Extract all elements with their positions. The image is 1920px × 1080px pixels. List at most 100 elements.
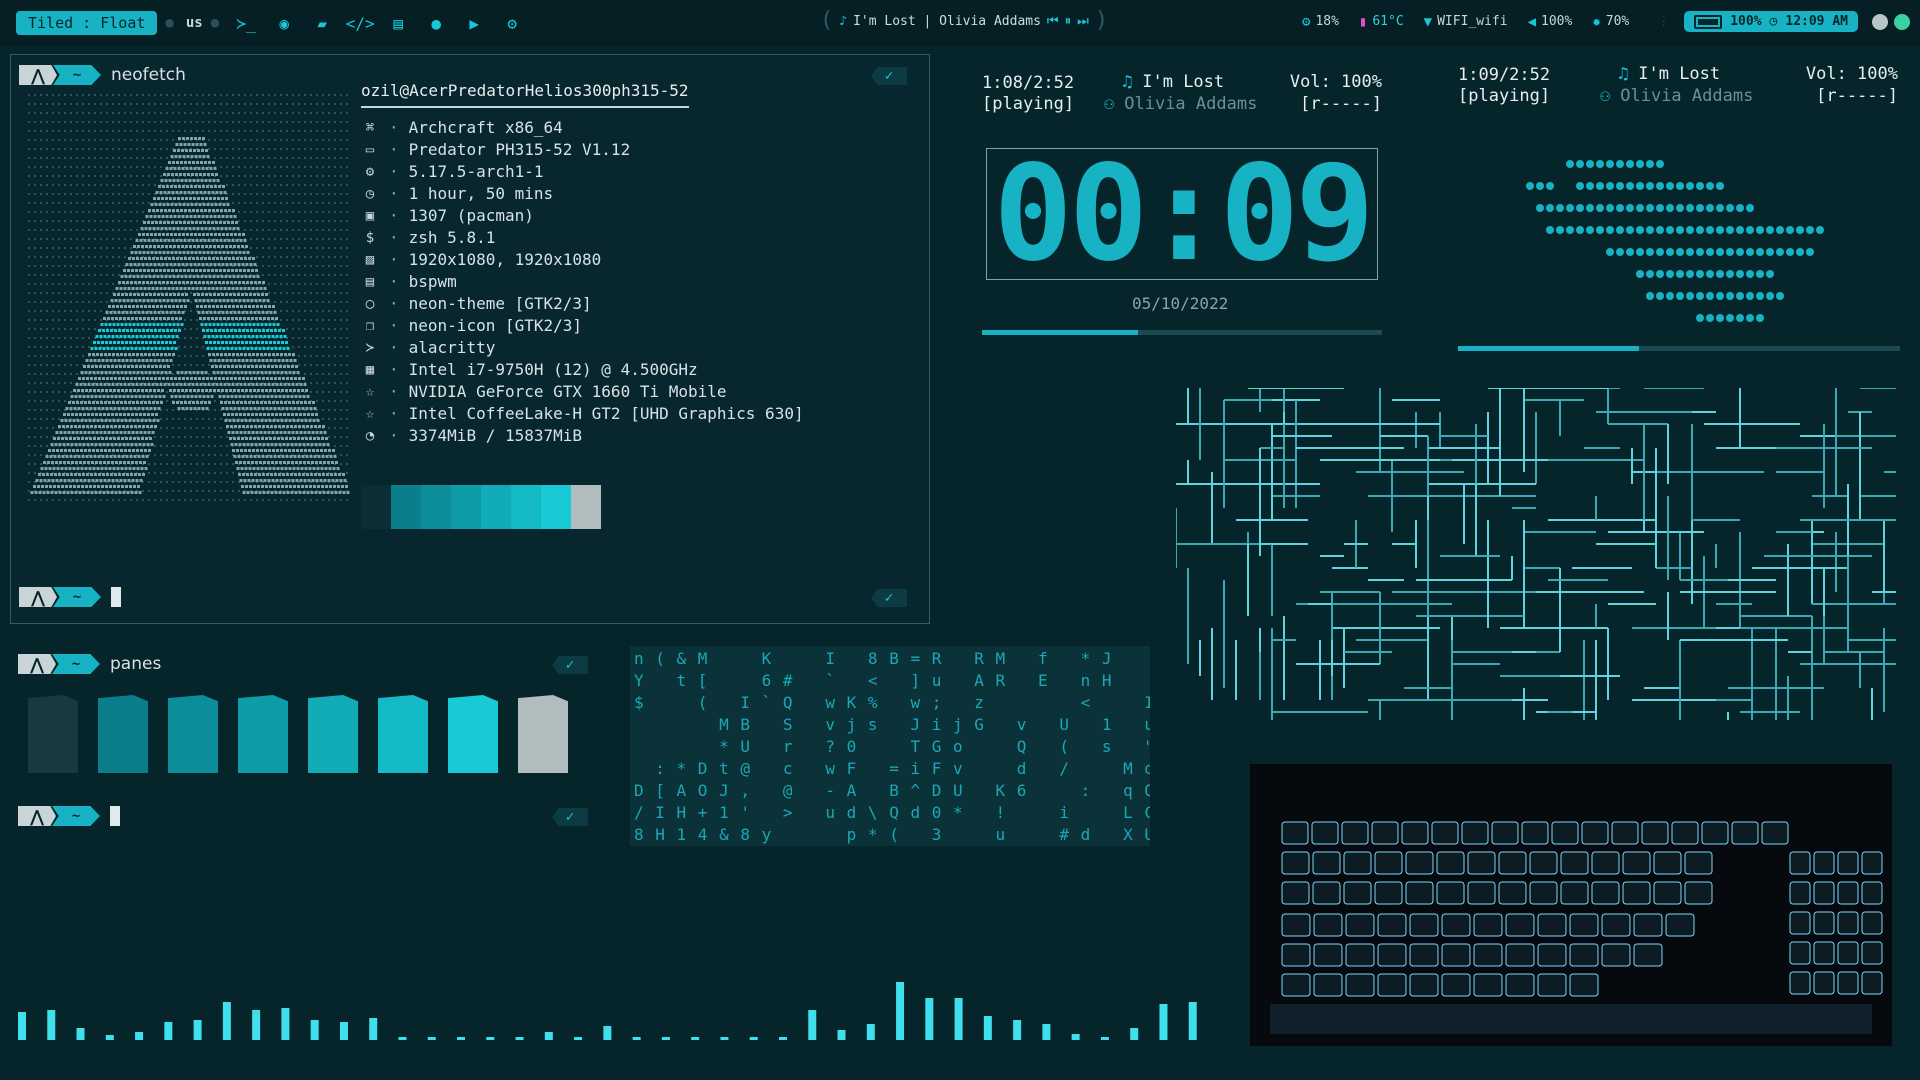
pane-swatch xyxy=(98,695,148,773)
cpu-value: 18% xyxy=(1315,14,1339,29)
visualizer-bar xyxy=(193,1020,202,1040)
visualizer-bar xyxy=(1013,1020,1022,1040)
user-icon[interactable] xyxy=(1872,13,1888,30)
visualizer-bar xyxy=(398,1037,407,1040)
visualizer-bar xyxy=(925,998,934,1040)
pipes-maze-terminal[interactable] xyxy=(1176,388,1900,724)
speaker-icon: ◀ xyxy=(1527,13,1536,30)
user-host: ozil@AcerPredatorHelios300ph315-52 xyxy=(361,81,689,108)
system-info-line: ▦ · Intel i7-9750H (12) @ 4.500GHz xyxy=(361,359,804,381)
prompt: ⋀ ~ panes xyxy=(18,654,161,674)
prompt: ⋀ ~ neofetch xyxy=(19,65,186,85)
system-info-line: ▭ · Predator PH315-52 V1.12 xyxy=(361,139,804,161)
person-icon: ⚇ xyxy=(1600,86,1611,106)
visualizer-bar xyxy=(427,1037,436,1040)
settings-icon[interactable]: ⚙ xyxy=(501,12,523,34)
volume-bar[interactable]: [r-----] xyxy=(1300,94,1382,114)
song-title: ♫ I'm Lost xyxy=(1618,64,1721,84)
pause-icon[interactable]: ⏸ xyxy=(1065,14,1072,29)
person-icon: ⚇ xyxy=(1104,94,1115,114)
folder-icon[interactable]: ▰ xyxy=(311,12,333,34)
clock-icon: ◷ xyxy=(1769,14,1778,29)
visualizer-bar xyxy=(632,1037,641,1040)
star-icon: ☆ xyxy=(365,384,375,400)
drop-icon: ◯ xyxy=(365,296,375,312)
system-info-line: ☆ · NVIDIA GeForce GTX 1660 Ti Mobile xyxy=(361,381,804,403)
layout-mode-pill[interactable]: Tiled : Float xyxy=(16,11,158,35)
keyboard-layout[interactable]: us xyxy=(186,15,203,31)
matrix-line: * U r ? 0 T G o Q ( s " x xyxy=(634,737,1150,756)
wifi-name: WIFI_wifi xyxy=(1437,14,1508,29)
arch-icon: ⋀ xyxy=(19,65,57,85)
matrix-line: $ ( I ` Q w K % w ; z < I xyxy=(634,693,1150,712)
dollar-icon: $ xyxy=(365,230,375,246)
prompt-home: ~ xyxy=(52,654,100,674)
visualizer-bar xyxy=(954,998,963,1040)
check-icon: ✓ xyxy=(871,67,907,85)
pane-swatch xyxy=(448,695,498,773)
matrix-line: n ( & M K I 8 B = R R M f * J ] xyxy=(634,649,1150,668)
wifi-stat[interactable]: ▼ WIFI_wifi xyxy=(1424,14,1508,30)
volume-value: 100% xyxy=(1541,14,1573,29)
play-status[interactable]: [playing] xyxy=(982,94,1074,114)
system-info-line: ❐ · neon-icon [GTK2/3] xyxy=(361,315,804,337)
visualizer-bar xyxy=(486,1037,495,1040)
brightness-stat[interactable]: ✹ 70% xyxy=(1592,14,1629,30)
matrix-rain-terminal[interactable]: n ( & M K I 8 B = R R M f * J ] Y t [ 6 #… xyxy=(630,646,1150,846)
music-status: ( ♪ I'm Lost | Olivia Addams ⏮ ⏸ ⏭ ) xyxy=(820,8,1109,33)
track-progress-right[interactable] xyxy=(1458,346,1900,351)
matrix-line: / I H + 1 ' > u d \ Q d 0 * ! i L C xyxy=(634,803,1150,822)
browser-icon[interactable]: ◉ xyxy=(273,12,295,34)
next-track-icon[interactable]: ⏭ xyxy=(1077,14,1089,29)
play-status[interactable]: [playing] xyxy=(1458,86,1550,106)
palette-swatch xyxy=(511,485,541,529)
palette-swatch xyxy=(451,485,481,529)
text-cursor xyxy=(111,587,121,607)
matrix-line: 8 H 1 4 & 8 y p * ( 3 u # d X U xyxy=(634,825,1150,844)
volume-stat[interactable]: ◀ 100% xyxy=(1528,14,1573,30)
chat-icon[interactable]: ● xyxy=(425,12,447,34)
terminal-icon: ≻ xyxy=(365,340,375,356)
check-icon: ✓ xyxy=(552,808,588,826)
visualizer-bar xyxy=(866,1024,875,1040)
power-icon[interactable] xyxy=(1894,13,1910,30)
matrix-line: D [ A O J , @ - A B ^ D U K 6 : q Q j xyxy=(634,781,1150,800)
keyboard-photo xyxy=(1250,764,1892,1046)
song-artist: ⚇ Olivia Addams xyxy=(1600,86,1754,106)
visualizer-bar xyxy=(749,1037,758,1040)
window-icon: ▤ xyxy=(365,274,375,290)
visualizer-bar xyxy=(837,1030,846,1040)
track-time: 1:09/2:52 xyxy=(1458,65,1551,85)
brightness-icon: ✹ xyxy=(1592,13,1601,30)
visualizer-bar xyxy=(1188,1002,1197,1040)
book-icon[interactable]: ▤ xyxy=(387,12,409,34)
visualizer-bar xyxy=(339,1022,348,1040)
code-icon[interactable]: </> xyxy=(346,12,375,34)
arch-icon: ⋀ xyxy=(18,654,56,674)
volume-label: Vol: 100% xyxy=(1805,64,1898,84)
volume-bar[interactable]: [r-----] xyxy=(1816,86,1898,106)
visualizer-bar xyxy=(164,1022,173,1040)
clock-digits: 00:09 xyxy=(993,137,1374,291)
matrix-line: Y t [ 6 # ` < ] u A R E n H b xyxy=(634,671,1150,690)
previous-track-icon[interactable]: ⏮ xyxy=(1047,14,1059,29)
terminal-icon[interactable]: ≻_ xyxy=(235,12,257,34)
visualizer-bar xyxy=(1071,1034,1080,1040)
separator-dot: ● xyxy=(165,15,174,31)
text-cursor xyxy=(110,806,120,826)
battery-clock-pill[interactable]: 100% ◷ 12:09 AM xyxy=(1684,11,1858,32)
track-progress-left[interactable] xyxy=(982,330,1382,335)
visualizer-bar xyxy=(252,1010,261,1040)
music-title: I'm Lost | Olivia Addams xyxy=(853,13,1041,29)
pane-swatch xyxy=(378,695,428,773)
brightness-value: 70% xyxy=(1605,14,1630,29)
system-info-line: ▨ · 1920x1080, 1920x1080 xyxy=(361,249,804,271)
system-info-line: ◔ · 3374MiB / 15837MiB xyxy=(361,425,804,447)
temp-stat: ▮ 61°C xyxy=(1359,14,1404,30)
youtube-icon[interactable]: ▶ xyxy=(463,12,485,34)
visualizer-bar xyxy=(76,1028,85,1040)
palette-swatch xyxy=(541,485,571,529)
visualizer-bar xyxy=(135,1032,144,1040)
neofetch-terminal[interactable]: ⋀ ~ neofetch ✓ ozil@AcerPredatorHelios30… xyxy=(10,54,930,624)
command-text: neofetch xyxy=(111,65,186,85)
